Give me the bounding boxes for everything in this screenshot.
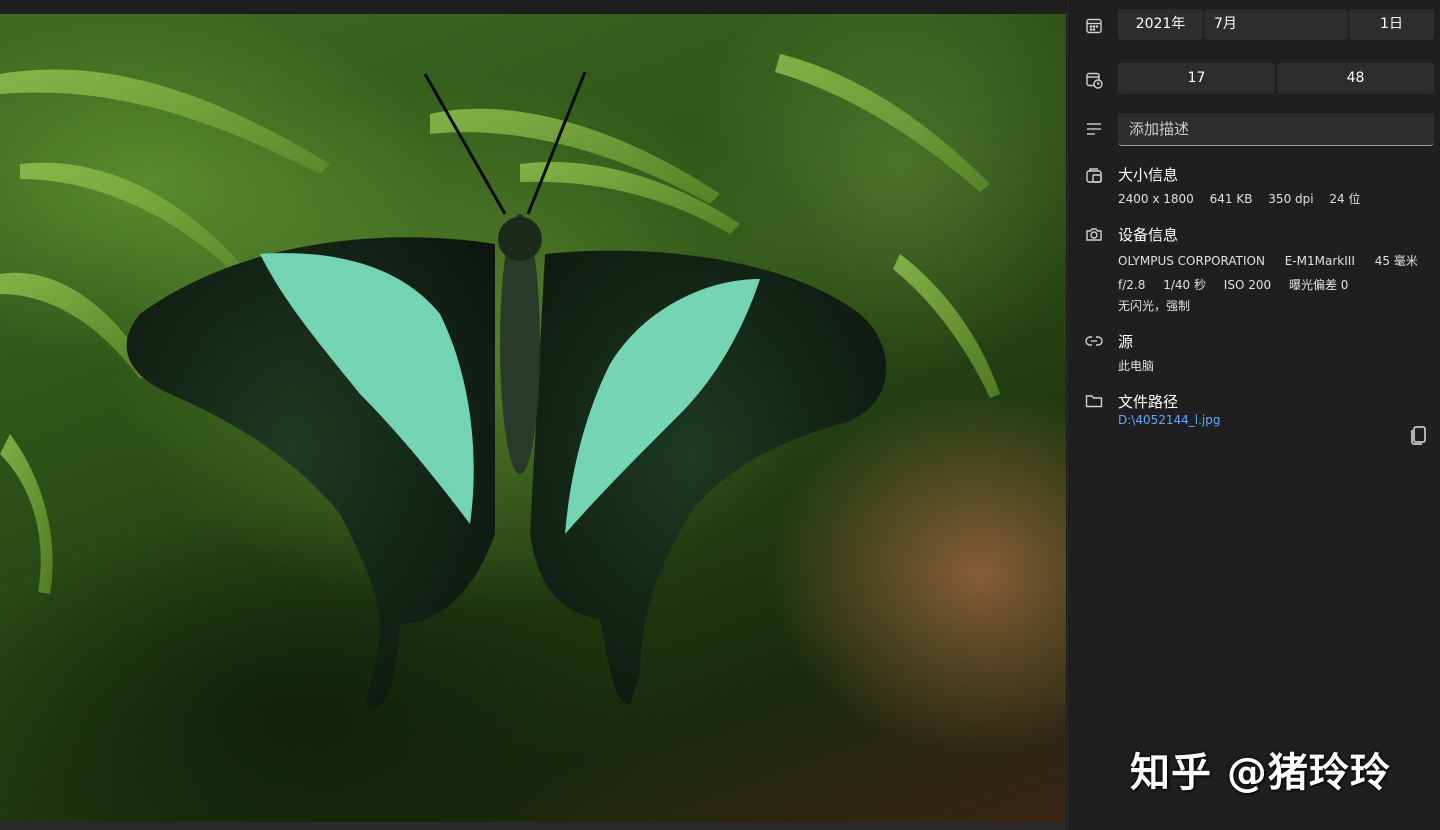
description-input[interactable]: 添加描述	[1118, 113, 1434, 146]
month-select[interactable]: 7月	[1204, 9, 1348, 40]
filmstrip-edge	[0, 822, 1066, 830]
dimensions: 2400 x 1800	[1118, 192, 1194, 206]
butterfly-photo	[0, 54, 1000, 708]
watermark: 知乎 @猪玲玲	[1130, 750, 1391, 796]
link-icon	[1084, 331, 1104, 351]
clock-calendar-icon	[1084, 70, 1104, 90]
file-path-link[interactable]: D:\4052144_l.jpg	[1118, 413, 1221, 427]
hour-select[interactable]: 17	[1118, 63, 1275, 94]
file-path-title: 文件路径	[1118, 393, 1179, 411]
text-lines-icon	[1084, 119, 1104, 139]
device-info-title: 设备信息	[1118, 226, 1179, 244]
info-panel: 2021年 7月 1日 17 48 添加描述 大小信息 2400 x 1800 …	[1067, 0, 1440, 830]
focal-length: 45 毫米	[1374, 254, 1418, 268]
minute-select[interactable]: 48	[1277, 63, 1434, 94]
source-title: 源	[1118, 333, 1134, 351]
year-select[interactable]: 2021年	[1118, 9, 1203, 40]
bit-depth: 24 位	[1329, 192, 1361, 206]
camera-icon	[1084, 224, 1104, 244]
camera-maker: OLYMPUS CORPORATION	[1118, 254, 1265, 268]
file-size: 641 KB	[1209, 192, 1253, 206]
photo-viewer[interactable]	[0, 14, 1066, 822]
device-info-line2: f/2.8 1/40 秒 ISO 200 曝光偏差 0	[1118, 276, 1360, 293]
image-size-icon	[1084, 166, 1104, 186]
flash-info: 无闪光，强制	[1118, 299, 1191, 313]
size-info-values: 2400 x 1800 641 KB 350 dpi 24 位	[1118, 190, 1373, 207]
copy-icon[interactable]	[1408, 424, 1430, 446]
calendar-icon	[1084, 16, 1104, 36]
day-select[interactable]: 1日	[1349, 9, 1434, 40]
dpi: 350 dpi	[1268, 192, 1314, 206]
camera-model: E-M1MarkIII	[1284, 254, 1355, 268]
exposure-bias: 曝光偏差 0	[1288, 278, 1349, 292]
folder-icon	[1084, 391, 1104, 411]
source-value: 此电脑	[1118, 359, 1155, 373]
aperture: f/2.8	[1118, 278, 1146, 292]
iso: ISO 200	[1223, 278, 1272, 292]
title-strip	[0, 0, 1066, 14]
device-info-line1: OLYMPUS CORPORATION E-M1MarkIII 45 毫米	[1118, 252, 1430, 269]
size-info-title: 大小信息	[1118, 166, 1179, 184]
shutter-speed: 1/40 秒	[1163, 278, 1206, 292]
